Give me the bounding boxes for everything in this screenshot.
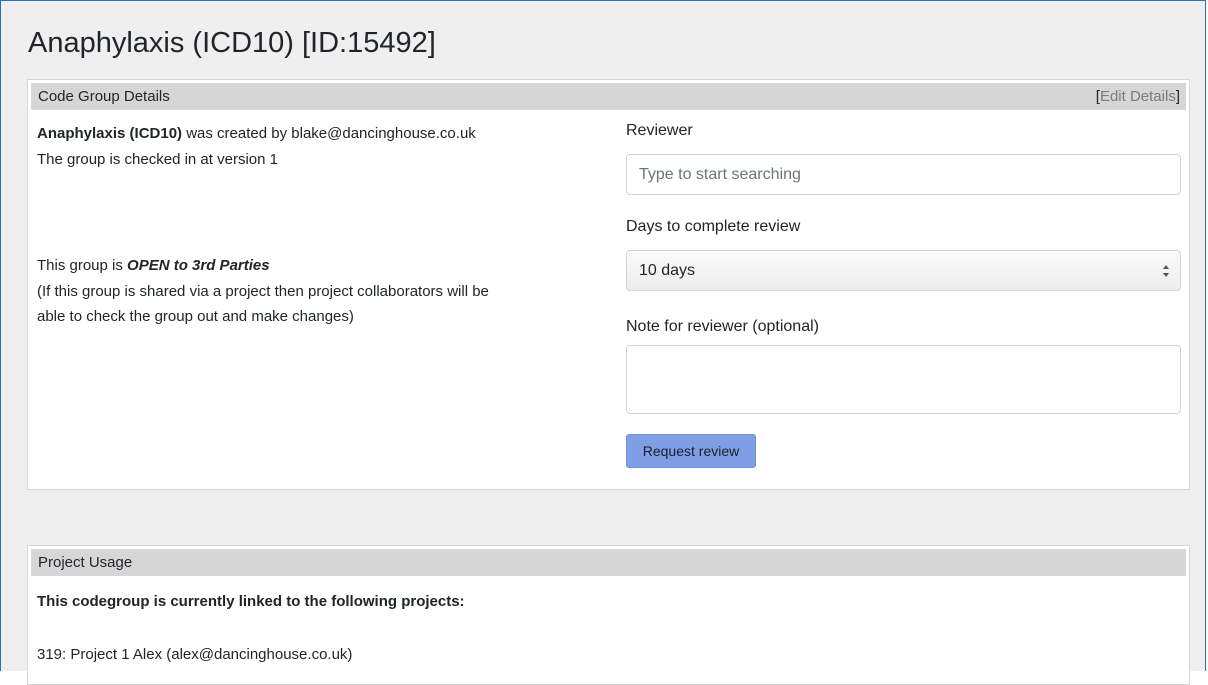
request-review-button[interactable]: Request review: [626, 434, 756, 468]
reviewer-search-input[interactable]: [626, 154, 1181, 195]
panel-title: Code Group Details: [38, 88, 170, 105]
edit-details-link[interactable]: Edit Details: [1100, 88, 1176, 105]
reviewer-label: Reviewer: [626, 122, 693, 139]
page-title: Anaphylaxis (ICD10) [ID:15492]: [28, 27, 436, 59]
created-by-suffix: was created by blake@dancinghouse.co.uk: [182, 125, 476, 142]
note-textarea[interactable]: [626, 345, 1181, 414]
select-arrows-icon: [1163, 265, 1169, 277]
days-label: Days to complete review: [626, 218, 801, 235]
list-item: 319: Project 1 Alex (alex@dancinghouse.c…: [37, 646, 353, 663]
project-usage-panel: Project Usage This codegroup is currentl…: [27, 545, 1190, 685]
note-label: Note for reviewer (optional): [626, 318, 819, 335]
open-prefix: This group is: [37, 257, 128, 274]
edit-details-wrapper: [Edit Details]: [1096, 83, 1180, 110]
page-frame: Anaphylaxis (ICD10) [ID:15492] Code Grou…: [0, 0, 1206, 685]
panel-heading-code-group-details: Code Group Details [Edit Details]: [31, 83, 1186, 110]
panel-title: Project Usage: [38, 554, 133, 571]
open-note-line2: able to check the group out and make cha…: [37, 308, 354, 325]
open-note-line1: (If this group is shared via a project t…: [37, 283, 489, 300]
days-select[interactable]: 10 days: [626, 250, 1181, 291]
open-status-text: This group is OPEN to 3rd Parties: [37, 254, 270, 278]
version-text: The group is checked in at version 1: [37, 151, 278, 168]
project-usage-intro: This codegroup is currently linked to th…: [37, 590, 465, 614]
group-name: Anaphylaxis (ICD10): [37, 125, 183, 142]
project-usage-intro-text: This codegroup is currently linked to th…: [37, 593, 465, 610]
panel-heading-project-usage: Project Usage: [31, 549, 1186, 576]
code-group-details-panel: Code Group Details [Edit Details] Anaphy…: [27, 79, 1190, 490]
days-selected-value: 10 days: [639, 262, 696, 279]
open-status: OPEN to 3rd Parties: [127, 257, 270, 274]
bracket-close: ]: [1175, 88, 1180, 105]
created-by-text: Anaphylaxis (ICD10) was created by blake…: [37, 122, 476, 146]
